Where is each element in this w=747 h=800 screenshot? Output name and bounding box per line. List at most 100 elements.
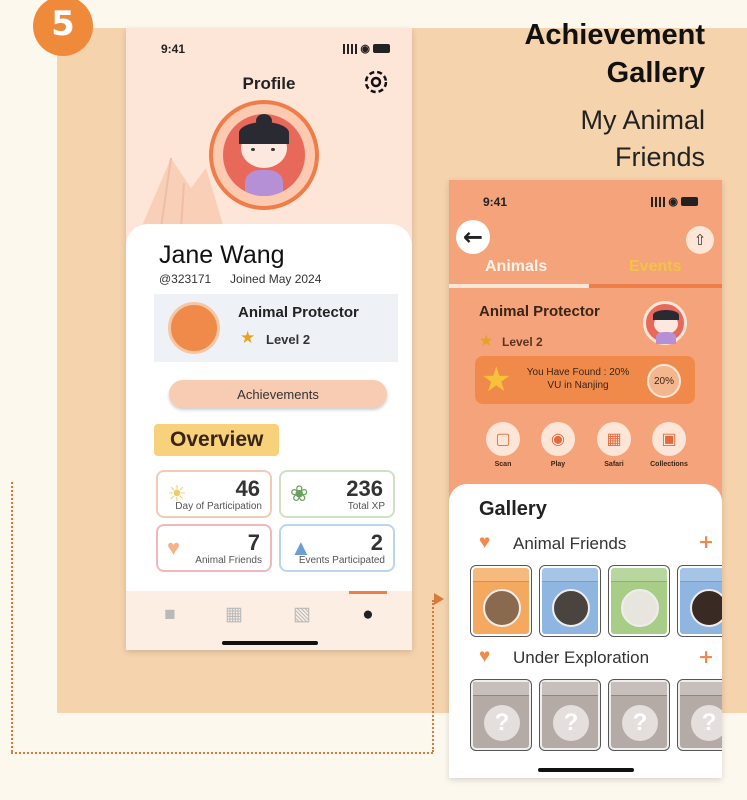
battery-icon [681, 197, 698, 206]
badge-card[interactable]: Animal Protector ★ Level 2 [154, 294, 398, 362]
stat-events-participated[interactable]: ▲ 2 Events Participated [279, 524, 395, 572]
user-id: @323171 [159, 272, 212, 286]
trophy-icon: ★ [240, 328, 256, 347]
home-icon[interactable]: ■ [160, 605, 180, 625]
status-time: 9:41 [161, 42, 186, 56]
tab-underline-active [449, 284, 589, 288]
animal-photo [621, 589, 659, 627]
profile-screen: 9:41 ◉ Profile Jane Wang @323171 Joined … [126, 28, 412, 650]
book-icon: ▣ [652, 422, 686, 456]
connector-arrow-icon [434, 593, 444, 605]
connector-line [432, 600, 434, 752]
tab-events[interactable]: Events [629, 258, 681, 276]
back-arrow-icon[interactable]: ← [456, 220, 490, 254]
locked-card[interactable]: ? [608, 679, 670, 751]
home-indicator [538, 768, 634, 772]
gear-icon[interactable] [360, 66, 392, 98]
user-name: Jane Wang [159, 241, 285, 269]
locked-card[interactable]: ? [470, 679, 532, 751]
heart-icon: ♥ [167, 535, 181, 560]
action-label: Scan [494, 461, 512, 468]
animal-card[interactable] [470, 565, 532, 637]
joined-date: Joined May 2024 [230, 272, 322, 286]
animal-photo [690, 589, 722, 627]
locked-card[interactable]: ? [539, 679, 601, 751]
badge-level: Level 2 [502, 335, 543, 349]
status-time: 9:41 [483, 195, 508, 209]
chat-icon[interactable]: ▦ [224, 605, 244, 625]
stat-total-xp[interactable]: ❀ 236 Total XP [279, 470, 395, 518]
tab-bar: ■ ▦ ▧ ● [126, 591, 412, 650]
plus-icon[interactable]: + [698, 646, 714, 668]
stat-label: Total XP [347, 501, 385, 512]
action-safari[interactable]: ▦ Safari [594, 422, 634, 468]
achievements-button[interactable]: Achievements [169, 380, 387, 408]
profile-card: Jane Wang @323171 Joined May 2024 Animal… [126, 224, 412, 650]
gallery-title: Gallery [479, 498, 547, 520]
animal-photo [552, 589, 590, 627]
status-bar: 9:41 ◉ [449, 195, 722, 211]
animal-card[interactable] [539, 565, 601, 637]
stat-label: Events Participated [298, 555, 385, 566]
locked-card[interactable]: ? [677, 679, 722, 751]
gamepad-icon: ◉ [541, 422, 575, 456]
wifi-icon: ◉ [668, 196, 678, 208]
gallery-panel: Gallery ♥ Animal Friends + ♥ Under Explo… [449, 484, 722, 778]
stat-value: 2 [370, 530, 383, 555]
badge-title: Animal Protector [479, 303, 600, 320]
paw-badge-icon [168, 302, 220, 354]
headline-title: Achievement Gallery [524, 19, 705, 89]
section-title: Under Exploration [513, 648, 650, 667]
calendar-icon[interactable]: ▧ [292, 605, 312, 625]
action-label: Play [550, 461, 566, 468]
share-icon[interactable]: ⇧ [686, 226, 714, 254]
gallery-screen: 9:41 ◉ ← ⇧ Animals Events Animal Protect… [449, 180, 722, 778]
avatar[interactable] [643, 301, 687, 345]
avatar[interactable] [209, 100, 319, 210]
home-indicator [222, 641, 318, 645]
camera-icon: ▢ [486, 422, 520, 456]
action-label: Safari [604, 461, 624, 468]
signal-icon [343, 43, 358, 54]
found-progress-card[interactable]: ★ You Have Found : 20% VU in Nanjing 20% [475, 356, 695, 404]
active-tab-indicator [349, 591, 387, 594]
stat-day-participation[interactable]: ☀ 46 Day of Participation [156, 470, 272, 518]
badge-title: Animal Protector [238, 304, 359, 321]
question-icon: ? [553, 705, 589, 741]
action-label: Collections [650, 461, 688, 468]
animal-card[interactable] [677, 565, 722, 637]
question-icon: ? [691, 705, 722, 741]
tab-underline [589, 284, 722, 288]
plus-icon[interactable]: + [698, 531, 714, 553]
question-icon: ? [622, 705, 658, 741]
badge-level: Level 2 [266, 332, 311, 347]
stat-animal-friends[interactable]: ♥ 7 Animal Friends [156, 524, 272, 572]
status-bar: 9:41 ◉ [126, 42, 412, 58]
tab-animals[interactable]: Animals [485, 258, 547, 276]
animal-photo [483, 589, 521, 627]
action-scan[interactable]: ▢ Scan [483, 422, 523, 468]
stat-label: Animal Friends [195, 555, 262, 566]
action-collections[interactable]: ▣ Collections [649, 422, 689, 468]
leaf-icon: ❀ [290, 481, 309, 506]
trophy-icon: ★ [479, 333, 494, 350]
section-title: Animal Friends [513, 534, 627, 553]
battery-icon [373, 44, 390, 53]
found-text: You Have Found : 20% VU in Nanjing [526, 367, 630, 391]
connector-line [11, 752, 433, 754]
action-play[interactable]: ◉ Play [538, 422, 578, 468]
stat-value: 7 [247, 530, 260, 555]
connector-line [11, 482, 13, 752]
question-icon: ? [484, 705, 520, 741]
overview-heading: Overview [154, 424, 280, 456]
calendar-icon: ▦ [597, 422, 631, 456]
profile-icon[interactable]: ● [358, 605, 378, 625]
animal-card[interactable] [608, 565, 670, 637]
heart-icon: ♥ [479, 532, 491, 553]
signal-icon [651, 196, 666, 207]
headline-subtitle: My Animal Friends [580, 105, 705, 172]
star-icon: ★ [481, 361, 512, 399]
stat-label: Day of Participation [175, 501, 262, 512]
heart-icon: ♥ [479, 646, 491, 667]
found-percent: 20% [647, 364, 681, 398]
